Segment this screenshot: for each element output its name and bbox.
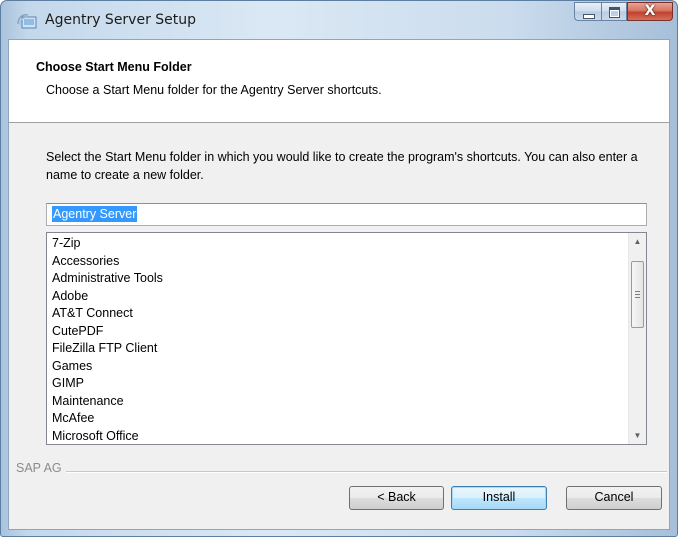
back-button[interactable]: < Back	[349, 486, 444, 510]
folder-name-input[interactable]: Agentry Server	[46, 203, 647, 226]
caption-buttons: X	[574, 2, 673, 22]
wizard-body: Choose Start Menu Folder Choose a Start …	[8, 39, 670, 530]
list-item[interactable]: Adobe	[52, 288, 622, 306]
vertical-scrollbar[interactable]: ▲ ▼	[628, 233, 646, 444]
start-menu-folder-list[interactable]: 7-Zip Accessories Administrative Tools A…	[46, 232, 647, 445]
list-item[interactable]: GIMP	[52, 375, 622, 393]
vendor-label: SAP AG	[16, 461, 66, 475]
page-title: Choose Start Menu Folder	[36, 60, 192, 74]
setup-window: Agentry Server Setup X Choose Start Menu…	[0, 0, 678, 537]
cancel-button[interactable]: Cancel	[566, 486, 662, 510]
grip-line	[635, 291, 640, 292]
instructions-text: Select the Start Menu folder in which yo…	[46, 150, 638, 182]
install-button[interactable]: Install	[451, 486, 547, 510]
list-item[interactable]: Games	[52, 358, 622, 376]
wizard-header: Choose Start Menu Folder Choose a Start …	[9, 40, 669, 123]
list-item[interactable]: 7-Zip	[52, 235, 622, 253]
minimize-icon	[583, 14, 595, 19]
list-item[interactable]: Accessories	[52, 253, 622, 271]
scroll-up-icon[interactable]: ▲	[629, 233, 646, 250]
close-button[interactable]: X	[627, 2, 673, 21]
grip-line	[635, 294, 640, 295]
folder-name-value: Agentry Server	[52, 206, 138, 222]
list-item[interactable]: AT&T Connect	[52, 305, 622, 323]
list-item[interactable]: FileZilla FTP Client	[52, 340, 622, 358]
scroll-down-icon[interactable]: ▼	[629, 427, 646, 444]
installer-icon	[17, 14, 37, 29]
vendor-divider	[59, 471, 667, 473]
maximize-button[interactable]	[601, 2, 627, 21]
title-bar[interactable]: Agentry Server Setup X	[1, 1, 677, 39]
list-item[interactable]: Microsoft Office	[52, 428, 622, 445]
list-item[interactable]: Administrative Tools	[52, 270, 622, 288]
maximize-icon	[609, 7, 620, 18]
scroll-thumb[interactable]	[631, 261, 644, 328]
page-subtitle: Choose a Start Menu folder for the Agent…	[46, 83, 382, 97]
list-item[interactable]: CutePDF	[52, 323, 622, 341]
list-item[interactable]: McAfee	[52, 410, 622, 428]
close-icon: X	[644, 3, 656, 19]
minimize-button[interactable]	[574, 2, 601, 21]
folder-list-items: 7-Zip Accessories Administrative Tools A…	[52, 235, 622, 445]
grip-line	[635, 297, 640, 298]
window-title: Agentry Server Setup	[45, 12, 197, 28]
list-item[interactable]: Maintenance	[52, 393, 622, 411]
